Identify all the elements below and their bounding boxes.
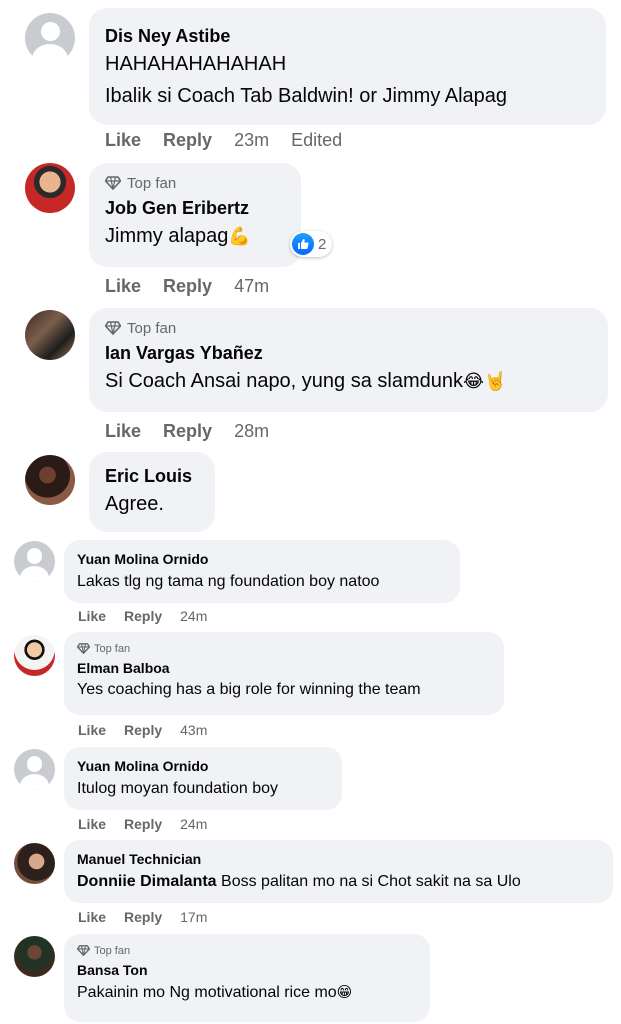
comment-text-body: Boss palitan mo na si Chot sakit na sa U… bbox=[221, 873, 521, 890]
comment-bubble: Eric Louis Agree. bbox=[89, 452, 215, 532]
reaction-count: 2 bbox=[318, 235, 327, 253]
comment-text: Yes coaching has a big role for winning … bbox=[77, 681, 421, 698]
comment-text: Agree. bbox=[105, 493, 164, 515]
like-button[interactable]: Like bbox=[105, 130, 141, 151]
commenter-name[interactable]: Manuel Technician bbox=[77, 850, 600, 869]
default-avatar[interactable] bbox=[14, 541, 55, 582]
comment-bubble: Yuan Molina Ornido Lakas tlg ng tama ng … bbox=[64, 540, 460, 603]
commenter-name[interactable]: Job Gen Eribertz bbox=[105, 196, 285, 220]
mention-link[interactable]: Donniie Dimalanta bbox=[77, 873, 217, 890]
comment-actions: Like Reply 23m Edited bbox=[105, 130, 342, 151]
top-fan-badge: Top fan bbox=[105, 318, 592, 338]
diamond-icon bbox=[105, 321, 121, 335]
comment-bubble: Dis Ney Astibe HAHAHAHAHAHAH Ibalik si C… bbox=[89, 8, 606, 125]
default-avatar[interactable] bbox=[14, 749, 55, 790]
comment-actions: Like Reply 47m bbox=[105, 276, 269, 297]
comment-text: Itulog moyan foundation boy bbox=[77, 780, 279, 797]
comment-actions: Like Reply 24m bbox=[78, 816, 207, 832]
comment-text: Si Coach Ansai napo, yung sa slamdunk😂🤘 bbox=[105, 367, 592, 396]
like-button[interactable]: Like bbox=[78, 816, 106, 832]
reply-button[interactable]: Reply bbox=[124, 909, 162, 925]
timestamp[interactable]: 47m bbox=[234, 276, 269, 297]
flexed-biceps-emoji: 💪 bbox=[228, 226, 251, 247]
comment-bubble: Manuel Technician Donniie Dimalanta Boss… bbox=[64, 840, 613, 903]
diamond-icon bbox=[77, 643, 90, 654]
top-fan-badge: Top fan bbox=[105, 173, 285, 193]
like-reaction-icon bbox=[292, 233, 314, 255]
avatar[interactable] bbox=[25, 310, 75, 360]
reply-button[interactable]: Reply bbox=[124, 722, 162, 738]
commenter-name[interactable]: Eric Louis bbox=[105, 464, 199, 488]
avatar[interactable] bbox=[25, 163, 75, 213]
comment-bubble: Top fan Elman Balboa Yes coaching has a … bbox=[64, 632, 504, 715]
timestamp[interactable]: 24m bbox=[180, 608, 207, 624]
comment-text: Ibalik si Coach Tab Baldwin! or Jimmy Al… bbox=[105, 85, 508, 107]
comment-actions: Like Reply 17m bbox=[78, 909, 207, 925]
diamond-icon bbox=[77, 945, 90, 956]
grinning-emoji: 😁 bbox=[336, 983, 353, 1001]
comment-text: Lakas tlg ng tama ng foundation boy nato… bbox=[77, 573, 380, 590]
commenter-name[interactable]: Ian Vargas Ybañez bbox=[105, 341, 592, 365]
avatar[interactable] bbox=[14, 635, 55, 676]
reply-button[interactable]: Reply bbox=[124, 608, 162, 624]
avatar[interactable] bbox=[25, 455, 75, 505]
commenter-name[interactable]: Bansa Ton bbox=[77, 961, 417, 980]
badge-label: Top fan bbox=[127, 174, 177, 192]
laughing-emoji: 😂🤘 bbox=[463, 371, 507, 392]
reply-button[interactable]: Reply bbox=[163, 421, 212, 442]
timestamp[interactable]: 43m bbox=[180, 722, 207, 738]
comment-bubble: Top fan Ian Vargas Ybañez Si Coach Ansai… bbox=[89, 308, 608, 412]
comment-text-body: Pakainin mo Ng motivational rice mo bbox=[77, 984, 337, 1001]
like-button[interactable]: Like bbox=[78, 909, 106, 925]
commenter-name[interactable]: Elman Balboa bbox=[77, 659, 491, 678]
comment-text: Donniie Dimalanta Boss palitan mo na si … bbox=[77, 871, 600, 893]
comment-actions: Like Reply 28m bbox=[105, 421, 269, 442]
reply-button[interactable]: Reply bbox=[163, 130, 212, 151]
top-fan-badge: Top fan bbox=[77, 943, 417, 958]
comment-actions: Like Reply 24m bbox=[78, 608, 207, 624]
avatar[interactable] bbox=[14, 936, 55, 977]
timestamp[interactable]: 24m bbox=[180, 816, 207, 832]
reply-button[interactable]: Reply bbox=[124, 816, 162, 832]
diamond-icon bbox=[105, 176, 121, 190]
like-button[interactable]: Like bbox=[105, 421, 141, 442]
avatar[interactable] bbox=[14, 843, 55, 884]
comment-bubble: Top fan Job Gen Eribertz Jimmy alapag💪 bbox=[89, 163, 301, 267]
like-button[interactable]: Like bbox=[78, 722, 106, 738]
edited-label: Edited bbox=[291, 130, 343, 150]
comment-actions: Like Reply 43m bbox=[78, 722, 207, 738]
comment-bubble: Top fan Bansa Ton Pakainin mo Ng motivat… bbox=[64, 934, 430, 1022]
reply-button[interactable]: Reply bbox=[163, 276, 212, 297]
commenter-name[interactable]: Yuan Molina Ornido bbox=[77, 757, 329, 776]
timestamp[interactable]: 28m bbox=[234, 421, 269, 442]
badge-label: Top fan bbox=[94, 642, 131, 655]
commenter-name[interactable]: Yuan Molina Ornido bbox=[77, 550, 447, 569]
timestamp[interactable]: 23m bbox=[234, 130, 269, 151]
comment-text: HAHAHAHAHAHAH bbox=[105, 53, 287, 75]
comment-bubble: Yuan Molina Ornido Itulog moyan foundati… bbox=[64, 747, 342, 810]
default-avatar[interactable] bbox=[25, 13, 75, 63]
comment-text-body: Si Coach Ansai napo, yung sa slamdunk bbox=[105, 370, 463, 392]
comment-text: Jimmy alapag💪 bbox=[105, 222, 285, 251]
comment-text: Pakainin mo Ng motivational rice mo😁 bbox=[77, 981, 417, 1004]
timestamp[interactable]: 17m bbox=[180, 909, 207, 925]
top-fan-badge: Top fan bbox=[77, 641, 491, 656]
badge-label: Top fan bbox=[127, 319, 177, 337]
reaction-summary[interactable]: 2 bbox=[290, 231, 333, 257]
badge-label: Top fan bbox=[94, 944, 131, 957]
like-button[interactable]: Like bbox=[78, 608, 106, 624]
like-button[interactable]: Like bbox=[105, 276, 141, 297]
commenter-name[interactable]: Dis Ney Astibe bbox=[105, 24, 590, 48]
comment-text-body: Jimmy alapag bbox=[105, 225, 229, 247]
